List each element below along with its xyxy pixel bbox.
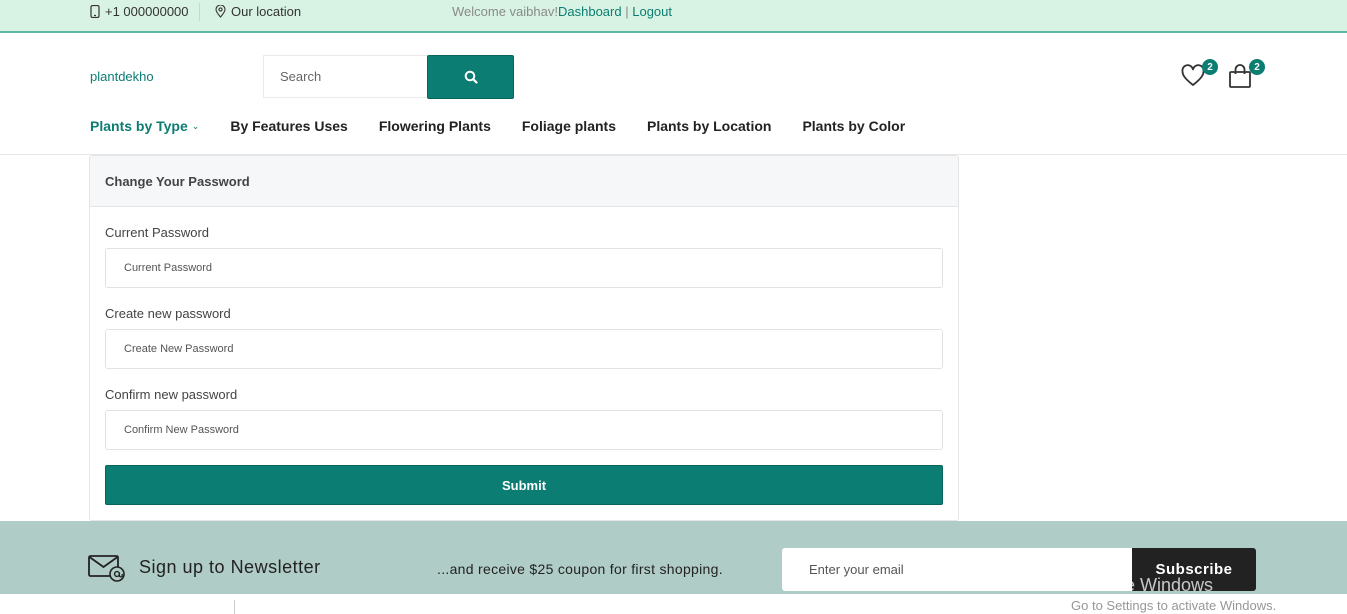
dashboard-link[interactable]: Dashboard [558, 4, 622, 19]
current-password-label: Current Password [105, 225, 210, 240]
newsletter-email-input[interactable] [782, 548, 1132, 591]
current-password-input[interactable] [105, 248, 943, 288]
top-bar: +1 000000000 Our location Welcome vaibha… [0, 0, 1347, 33]
cart-count-badge: 2 [1249, 59, 1265, 75]
submit-button[interactable]: Submit [105, 465, 943, 505]
nav-item-foliage-plants[interactable]: Foliage plants [522, 118, 616, 134]
wishlist-button[interactable]: 2 [1180, 59, 1218, 91]
nav-item-label: Plants by Type [90, 118, 188, 134]
welcome-message: Welcome vaibhav!Dashboard | Logout [452, 4, 672, 19]
new-password-input[interactable] [105, 329, 943, 369]
new-password-label: Create new password [105, 306, 231, 321]
search-input[interactable] [263, 55, 428, 98]
newsletter-title: Sign up to Newsletter [139, 557, 321, 577]
main-navigation: Plants by Type ⌄ By Features Uses Flower… [90, 118, 936, 134]
search-button[interactable] [427, 55, 514, 99]
subscribe-button[interactable]: Subscribe [1132, 548, 1256, 591]
nav-item-label: Plants by Color [802, 118, 906, 134]
link-separator: | [625, 4, 629, 19]
envelope-icon [88, 555, 125, 582]
phone-icon [90, 5, 100, 18]
search-icon [464, 70, 478, 84]
location-link[interactable]: Our location [215, 4, 301, 19]
phone-number: +1 000000000 [105, 4, 189, 19]
footer-divider [234, 600, 235, 614]
nav-item-by-features-uses[interactable]: By Features Uses [230, 118, 348, 134]
footer-strip [0, 594, 1347, 614]
site-logo[interactable]: plantdekho [90, 69, 154, 84]
logout-link[interactable]: Logout [632, 4, 672, 19]
confirm-password-input[interactable] [105, 410, 943, 450]
nav-item-label: Flowering Plants [378, 118, 491, 134]
location-label: Our location [231, 4, 302, 19]
change-password-card: Change Your Password Current Password Cr… [89, 155, 959, 521]
nav-item-label: Plants by Location [646, 118, 772, 134]
wishlist-count-badge: 2 [1202, 59, 1218, 75]
nav-item-plants-by-location[interactable]: Plants by Location [647, 118, 771, 134]
chevron-down-icon: ⌄ [191, 120, 200, 131]
card-title: Change Your Password [90, 156, 958, 207]
nav-item-plants-by-type[interactable]: Plants by Type ⌄ [90, 118, 199, 134]
location-pin-icon [215, 5, 226, 18]
nav-item-plants-by-color[interactable]: Plants by Color [802, 118, 905, 134]
nav-item-label: By Features Uses [230, 118, 348, 134]
cart-button[interactable]: 2 [1227, 59, 1265, 91]
phone-contact[interactable]: +1 000000000 [90, 4, 189, 19]
nav-item-label: Foliage plants [521, 118, 616, 134]
nav-item-flowering-plants[interactable]: Flowering Plants [379, 118, 491, 134]
confirm-password-label: Confirm new password [105, 387, 238, 402]
newsletter-subtitle: ...and receive $25 coupon for first shop… [437, 561, 723, 577]
topbar-divider [199, 3, 200, 21]
welcome-text: Welcome vaibhav! [452, 4, 558, 19]
